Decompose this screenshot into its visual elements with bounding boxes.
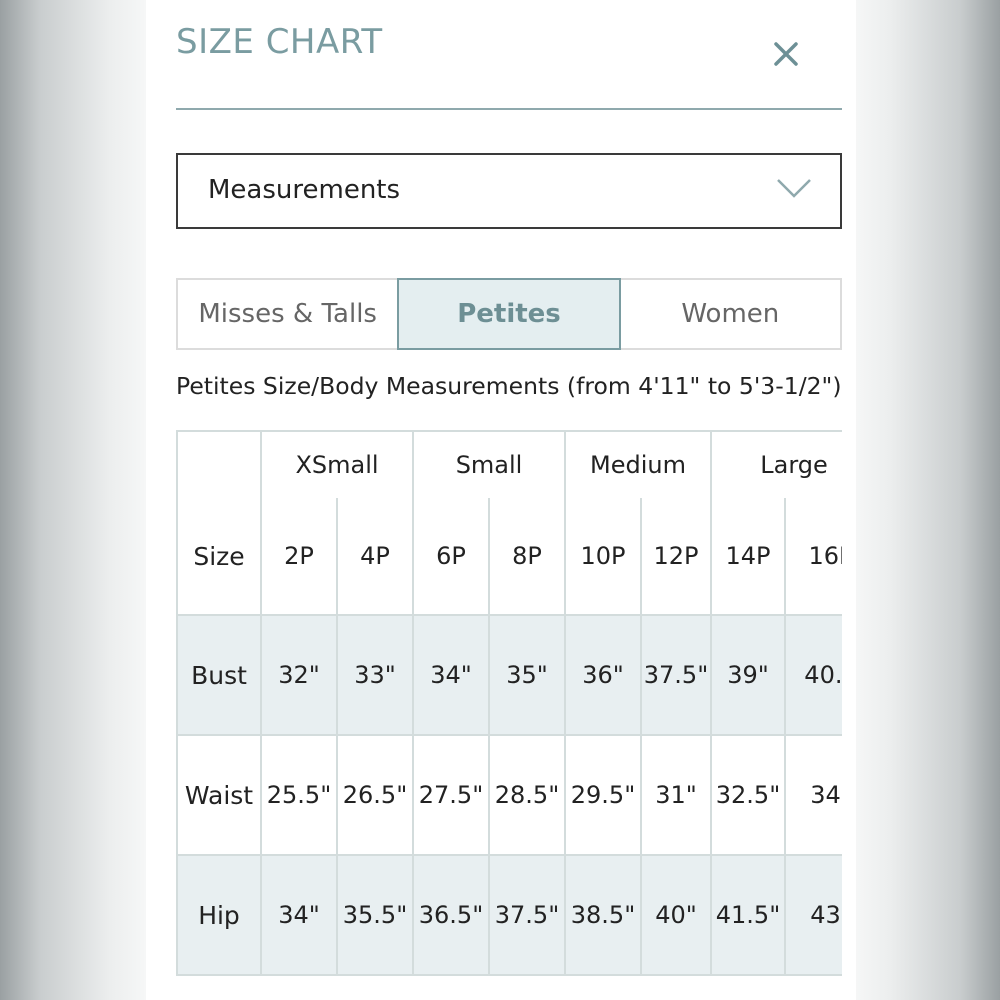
table-cell: 35" — [488, 614, 567, 736]
table-cell: 37.5" — [488, 854, 567, 976]
row-header-hip: Hip — [176, 854, 262, 976]
measurements-dropdown[interactable]: Measurements — [176, 153, 842, 229]
close-button[interactable] — [766, 34, 806, 74]
size-cell: 12P — [640, 498, 713, 616]
table-cell: 28.5" — [488, 734, 567, 856]
group-large: Large — [710, 430, 842, 498]
table-cell: 27.5" — [412, 734, 491, 856]
table-cell: 39" — [710, 614, 787, 736]
group-medium: Medium — [564, 430, 713, 498]
table-row-hip: Hip 34" 35.5" 36.5" 37.5" 38.5" 40" 41.5… — [176, 854, 842, 976]
group-small: Small — [412, 430, 567, 498]
table-cell: 34" — [784, 734, 842, 856]
row-header-waist: Waist — [176, 734, 262, 856]
table-cell: 36" — [564, 614, 643, 736]
table-caption: Petites Size/Body Measurements (from 4'1… — [176, 372, 842, 400]
row-header-size: Size — [176, 498, 262, 616]
size-row: Size 2P 4P 6P 8P 10P 12P 14P 16P — [176, 498, 842, 616]
table-cell: 38.5" — [564, 854, 643, 976]
table-row-waist: Waist 25.5" 26.5" 27.5" 28.5" 29.5" 31" … — [176, 734, 842, 856]
size-cell: 2P — [260, 498, 338, 616]
size-cell: 10P — [564, 498, 643, 616]
table-cell: 32.5" — [710, 734, 787, 856]
table-cell: 32" — [260, 614, 338, 736]
size-table-scroll[interactable]: XSmall Small Medium Large Size 2P 4P 6P … — [176, 430, 842, 1000]
tab-misses-talls[interactable]: Misses & Talls — [176, 278, 400, 350]
size-category-tabs: Misses & Talls Petites Women — [176, 278, 842, 350]
table-row-bust: Bust 32" 33" 34" 35" 36" 37.5" 39" 40.5 — [176, 614, 842, 736]
size-group-row: XSmall Small Medium Large — [176, 430, 842, 498]
table-cell: 36.5" — [412, 854, 491, 976]
table-cell: 34" — [412, 614, 491, 736]
table-cell: 41.5" — [710, 854, 787, 976]
table-cell: 34" — [260, 854, 338, 976]
table-cell: 29.5" — [564, 734, 643, 856]
table-cell: 25.5" — [260, 734, 338, 856]
size-cell: 14P — [710, 498, 787, 616]
table-cell: 26.5" — [335, 734, 415, 856]
dropdown-selected-value: Measurements — [208, 175, 401, 205]
group-xsmall: XSmall — [259, 430, 415, 498]
size-cell: 16P — [784, 498, 842, 616]
table-cell: 40.5 — [784, 614, 842, 736]
table-cell: 43" — [784, 854, 842, 976]
table-cell: 37.5" — [640, 614, 713, 736]
table-cell: 33" — [335, 614, 415, 736]
table-cell: 35.5" — [335, 854, 415, 976]
close-icon — [774, 42, 798, 66]
tab-women[interactable]: Women — [618, 278, 842, 350]
size-table: XSmall Small Medium Large Size 2P 4P 6P … — [176, 430, 842, 976]
size-cell: 4P — [335, 498, 415, 616]
table-cell: 31" — [640, 734, 713, 856]
chevron-down-icon — [777, 179, 811, 198]
row-header-bust: Bust — [176, 614, 262, 736]
size-chart-panel: SIZE CHART Measurements Misses & Talls P… — [146, 0, 856, 1000]
header-divider — [176, 108, 842, 110]
table-corner — [176, 430, 262, 498]
size-cell: 6P — [412, 498, 491, 616]
tab-petites[interactable]: Petites — [397, 278, 621, 350]
size-cell: 8P — [488, 498, 567, 616]
table-cell: 40" — [640, 854, 713, 976]
page-title: SIZE CHART — [176, 22, 383, 62]
